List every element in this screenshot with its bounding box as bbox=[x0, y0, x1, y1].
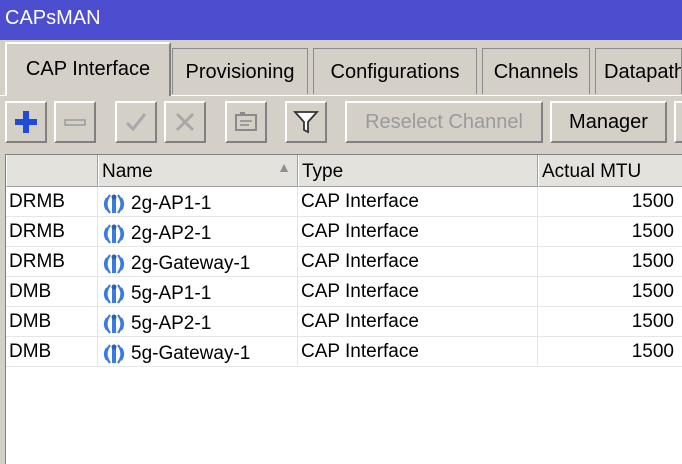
sort-ascending-icon: ▲ bbox=[277, 159, 291, 175]
name-cell: 2g-AP1-1 bbox=[98, 187, 298, 217]
table-row[interactable]: DRMB 2g-AP2-1 CAP Interface 1500 bbox=[6, 217, 682, 247]
manager-button[interactable]: Manager bbox=[550, 101, 667, 143]
antenna-icon bbox=[103, 224, 125, 244]
type-cell: CAP Interface bbox=[298, 277, 538, 307]
flags-cell: DMB bbox=[6, 307, 98, 337]
interface-name: 2g-Gateway-1 bbox=[131, 253, 251, 274]
tab-datapaths[interactable]: Datapaths bbox=[595, 48, 682, 94]
antenna-icon bbox=[103, 314, 125, 334]
name-cell: 5g-AP2-1 bbox=[98, 307, 298, 337]
window-titlebar[interactable]: CAPsMAN bbox=[0, 0, 682, 40]
tab-provisioning[interactable]: Provisioning bbox=[172, 48, 308, 94]
tab-cap-interface[interactable]: CAP Interface bbox=[5, 42, 171, 96]
toolbar: Reselect Channel Manager bbox=[0, 96, 682, 152]
flags-cell: DMB bbox=[6, 337, 98, 367]
column-header-name[interactable]: Name ▲ bbox=[98, 155, 298, 187]
filter-icon bbox=[293, 111, 319, 134]
type-cell: CAP Interface bbox=[298, 187, 538, 217]
name-cell: 2g-AP2-1 bbox=[98, 217, 298, 247]
antenna-icon bbox=[103, 344, 125, 364]
table-row[interactable]: DRMB 2g-AP1-1 CAP Interface 1500 bbox=[6, 187, 682, 217]
reselect-channel-button[interactable]: Reselect Channel bbox=[345, 101, 543, 143]
type-cell: CAP Interface bbox=[298, 307, 538, 337]
add-button[interactable] bbox=[5, 101, 47, 143]
filter-button[interactable] bbox=[285, 101, 327, 143]
mtu-cell: 1500 bbox=[538, 307, 682, 337]
mtu-cell: 1500 bbox=[538, 187, 682, 217]
antenna-icon bbox=[103, 194, 125, 214]
comment-icon bbox=[235, 112, 257, 131]
column-header-flags[interactable] bbox=[6, 155, 98, 187]
tab-bar: CAP Interface Provisioning Configuration… bbox=[0, 40, 682, 96]
table-row[interactable]: DMB 5g-AP1-1 CAP Interface 1500 bbox=[6, 277, 682, 307]
table-header: Name ▲ Type Actual MTU bbox=[6, 155, 682, 187]
mtu-cell: 1500 bbox=[538, 277, 682, 307]
name-cell: 5g-AP1-1 bbox=[98, 277, 298, 307]
interface-name: 5g-AP2-1 bbox=[131, 313, 212, 334]
mtu-cell: 1500 bbox=[538, 247, 682, 277]
name-cell: 5g-Gateway-1 bbox=[98, 337, 298, 367]
window-title: CAPsMAN bbox=[5, 7, 101, 29]
table-row[interactable]: DMB 5g-Gateway-1 CAP Interface 1500 bbox=[6, 337, 682, 367]
remove-button[interactable] bbox=[54, 101, 96, 143]
column-header-type[interactable]: Type bbox=[298, 155, 538, 187]
minus-icon bbox=[64, 119, 86, 126]
antenna-icon bbox=[103, 284, 125, 304]
type-cell: CAP Interface bbox=[298, 247, 538, 277]
table-row[interactable]: DRMB 2g-Gateway-1 CAP Interface 1500 bbox=[6, 247, 682, 277]
column-header-actual-mtu[interactable]: Actual MTU bbox=[538, 155, 682, 187]
mtu-cell: 1500 bbox=[538, 217, 682, 247]
flags-cell: DRMB bbox=[6, 217, 98, 247]
type-cell: CAP Interface bbox=[298, 337, 538, 367]
flags-cell: DMB bbox=[6, 277, 98, 307]
plus-icon bbox=[15, 111, 37, 133]
name-cell: 2g-Gateway-1 bbox=[98, 247, 298, 277]
checkmark-icon bbox=[125, 113, 147, 132]
interface-name: 2g-AP2-1 bbox=[131, 223, 212, 244]
interface-name: 2g-AP1-1 bbox=[131, 193, 212, 214]
toolbar-overflow-button[interactable] bbox=[674, 101, 682, 143]
mtu-cell: 1500 bbox=[538, 337, 682, 367]
flags-cell: DRMB bbox=[6, 247, 98, 277]
type-cell: CAP Interface bbox=[298, 217, 538, 247]
interface-name: 5g-Gateway-1 bbox=[131, 343, 251, 364]
tab-channels[interactable]: Channels bbox=[482, 48, 590, 94]
disable-button[interactable] bbox=[164, 101, 206, 143]
interface-name: 5g-AP1-1 bbox=[131, 283, 212, 304]
tab-configurations[interactable]: Configurations bbox=[313, 48, 477, 94]
enable-button[interactable] bbox=[115, 101, 157, 143]
table-row[interactable]: DMB 5g-AP2-1 CAP Interface 1500 bbox=[6, 307, 682, 337]
cap-interface-table: Name ▲ Type Actual MTU DRMB 2g-AP1-1 CAP… bbox=[5, 154, 682, 464]
column-header-name-label: Name bbox=[102, 161, 153, 182]
antenna-icon bbox=[103, 254, 125, 274]
flags-cell: DRMB bbox=[6, 187, 98, 217]
comment-button[interactable] bbox=[225, 101, 267, 143]
x-icon bbox=[175, 112, 195, 132]
